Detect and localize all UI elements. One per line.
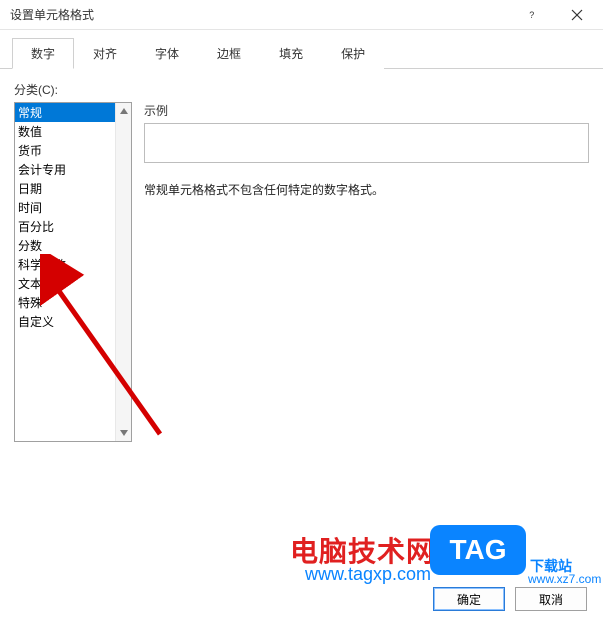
scroll-down-icon[interactable] xyxy=(116,425,131,441)
category-item-custom[interactable]: 自定义 xyxy=(15,312,115,331)
category-item-time[interactable]: 时间 xyxy=(15,198,115,217)
close-button[interactable] xyxy=(555,1,599,29)
listbox-scrollbar[interactable] xyxy=(115,103,131,441)
tab-protection[interactable]: 保护 xyxy=(322,38,384,69)
ok-button[interactable]: 确定 xyxy=(433,587,505,611)
category-item-general[interactable]: 常规 xyxy=(15,103,115,122)
category-item-text[interactable]: 文本 xyxy=(15,274,115,293)
category-item-percentage[interactable]: 百分比 xyxy=(15,217,115,236)
watermark-url: www.tagxp.com xyxy=(305,564,431,585)
sample-box xyxy=(144,123,589,163)
watermark-tag-badge: TAG xyxy=(430,525,526,575)
category-item-fraction[interactable]: 分数 xyxy=(15,236,115,255)
right-panel: 示例 常规单元格格式不包含任何特定的数字格式。 xyxy=(144,102,589,442)
tab-bar: 数字 对齐 字体 边框 填充 保护 xyxy=(0,30,603,69)
dialog-body: 分类(C): 常规 数值 货币 会计专用 日期 时间 百分比 分数 科学记数 文… xyxy=(0,69,603,454)
tab-border[interactable]: 边框 xyxy=(198,38,260,69)
category-item-date[interactable]: 日期 xyxy=(15,179,115,198)
tab-number[interactable]: 数字 xyxy=(12,38,74,69)
scroll-up-icon[interactable] xyxy=(116,103,131,119)
svg-text:?: ? xyxy=(529,10,534,20)
sample-label: 示例 xyxy=(144,102,589,119)
category-item-scientific[interactable]: 科学记数 xyxy=(15,255,115,274)
window-title: 设置单元格格式 xyxy=(10,6,511,23)
tab-fill[interactable]: 填充 xyxy=(260,38,322,69)
format-description: 常规单元格格式不包含任何特定的数字格式。 xyxy=(144,181,589,198)
tab-font[interactable]: 字体 xyxy=(136,38,198,69)
category-listbox[interactable]: 常规 数值 货币 会计专用 日期 时间 百分比 分数 科学记数 文本 特殊 自定… xyxy=(14,102,132,442)
main-row: 常规 数值 货币 会计专用 日期 时间 百分比 分数 科学记数 文本 特殊 自定… xyxy=(14,102,589,442)
help-button[interactable]: ? xyxy=(511,1,555,29)
dialog-footer: 确定 取消 xyxy=(433,587,587,611)
category-item-currency[interactable]: 货币 xyxy=(15,141,115,160)
cancel-button[interactable]: 取消 xyxy=(515,587,587,611)
category-label: 分类(C): xyxy=(14,81,589,98)
tab-alignment[interactable]: 对齐 xyxy=(74,38,136,69)
category-item-number[interactable]: 数值 xyxy=(15,122,115,141)
title-bar: 设置单元格格式 ? xyxy=(0,0,603,30)
close-icon xyxy=(571,9,583,21)
category-item-accounting[interactable]: 会计专用 xyxy=(15,160,115,179)
category-item-special[interactable]: 特殊 xyxy=(15,293,115,312)
category-listbox-items: 常规 数值 货币 会计专用 日期 时间 百分比 分数 科学记数 文本 特殊 自定… xyxy=(15,103,115,441)
help-icon: ? xyxy=(527,9,539,21)
watermark-sub-url: www.xz7.com xyxy=(528,572,601,586)
